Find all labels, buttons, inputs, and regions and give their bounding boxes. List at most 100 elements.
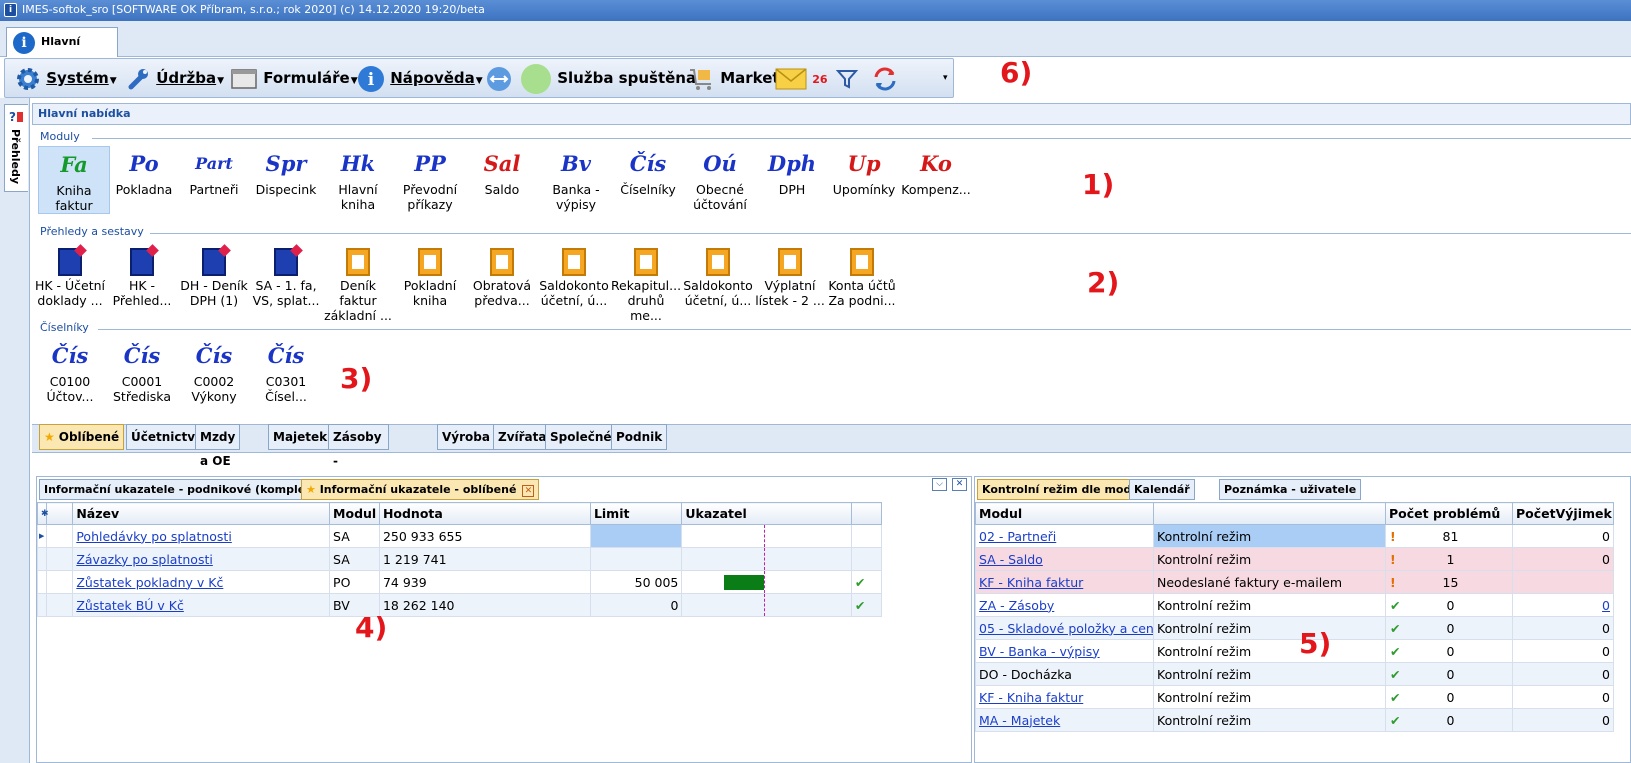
tab-info-podnikove[interactable]: Informační ukazatele - podnikové (komple… bbox=[39, 479, 321, 500]
tab-prehledy[interactable]: ? Přehledy bbox=[4, 104, 28, 192]
report-tile[interactable]: Pokladní kniha bbox=[394, 242, 466, 308]
tab-category[interactable]: Podnik bbox=[611, 424, 668, 450]
tab-category[interactable]: Výroba bbox=[437, 424, 495, 450]
indicator-name-link[interactable]: Zůstatek pokladny v Kč bbox=[72, 570, 331, 594]
report-tile[interactable]: Obratová předva... bbox=[466, 242, 538, 308]
module-tile[interactable]: Up Upomínky bbox=[828, 146, 900, 197]
market-button[interactable]: Market bbox=[687, 59, 780, 97]
module-tile[interactable]: Fa Kniha faktur bbox=[38, 146, 110, 214]
tab-category[interactable]: Majetek bbox=[268, 424, 333, 450]
report-tile[interactable]: SA - 1. fa, VS, splat... bbox=[250, 242, 322, 308]
module-tile[interactable]: Part Partneři bbox=[178, 146, 250, 197]
col-header-limit[interactable]: Limit bbox=[589, 502, 683, 525]
indicator-name-link[interactable]: Zůstatek BÚ v Kč bbox=[72, 593, 331, 617]
module-tile[interactable]: PP Převodní příkazy bbox=[394, 146, 466, 212]
table-row[interactable]: ▶ Pohledávky po splatnosti SA 250 933 655 bbox=[36, 524, 883, 548]
col-header-modul[interactable]: Modul bbox=[975, 502, 1154, 525]
module-tile[interactable]: Ko Kompenz... bbox=[900, 146, 972, 197]
left-panel: Informační ukazatele - podnikové (komple… bbox=[36, 476, 972, 763]
table-row[interactable]: MA - Majetek Kontrolní režim ✔ 0 0 bbox=[975, 708, 1614, 732]
row-selector[interactable]: ▶ bbox=[36, 524, 48, 548]
control-module-link[interactable]: KF - Kniha faktur bbox=[975, 570, 1154, 594]
table-row[interactable]: KF - Kniha faktur Kontrolní režim ✔ 0 0 bbox=[975, 685, 1614, 709]
control-module-link[interactable]: DO - Docházka bbox=[975, 662, 1154, 686]
module-tile[interactable]: Oú Obecné účtování bbox=[684, 146, 756, 212]
control-module-link[interactable]: ZA - Zásoby bbox=[975, 593, 1154, 617]
toolbar-overflow-button[interactable]: ▾ bbox=[943, 59, 948, 97]
refresh-button[interactable] bbox=[871, 59, 899, 97]
codelist-tile[interactable]: Čís C0001 Střediska bbox=[106, 338, 178, 404]
table-row[interactable]: KF - Kniha faktur Neodeslané faktury e-ma… bbox=[975, 570, 1614, 594]
report-tile[interactable]: Rekapitul... druhů me... bbox=[610, 242, 682, 323]
napoveda-menu[interactable]: i Nápověda▼ bbox=[357, 59, 483, 97]
filter-button[interactable] bbox=[835, 59, 859, 97]
codelist-tile[interactable]: Čís C0002 Výkony bbox=[178, 338, 250, 404]
table-row[interactable]: Závazky po splatnosti SA 1 219 741 bbox=[36, 547, 883, 571]
indicator-name-link[interactable]: Závazky po splatnosti bbox=[72, 547, 331, 571]
report-tile[interactable]: HK - Účetní doklady ... bbox=[34, 242, 106, 308]
row-selector[interactable] bbox=[36, 547, 48, 571]
control-module-link[interactable]: 05 - Skladové položky a ceník bbox=[975, 616, 1154, 640]
tab-info-oblibene[interactable]: ★ Informační ukazatele - oblíbené ✕ bbox=[301, 479, 540, 500]
table-row[interactable]: 05 - Skladové položky a ceník Kontrolní r… bbox=[975, 616, 1614, 640]
report-tile[interactable]: Saldokonto účetní, ú... bbox=[682, 242, 754, 308]
tab-poznamka[interactable]: Poznámka - uživatele bbox=[1219, 479, 1362, 500]
remote-button[interactable] bbox=[485, 59, 513, 97]
report-tile[interactable]: Konta účtů Za podni... bbox=[826, 242, 898, 308]
service-status[interactable]: Služba spuštěna bbox=[520, 59, 696, 97]
udrzba-menu[interactable]: Údržba▼ bbox=[125, 59, 224, 97]
module-tile[interactable]: Dph DPH bbox=[756, 146, 828, 197]
tab-category[interactable]: Zásoby - Obchod bbox=[328, 424, 390, 492]
col-header-rezim[interactable] bbox=[1153, 502, 1386, 525]
col-header-ukazatel[interactable]: Ukazatel bbox=[681, 502, 852, 525]
control-module-link[interactable]: KF - Kniha faktur bbox=[975, 685, 1154, 709]
table-row[interactable]: DO - Docházka Kontrolní režim ✔ 0 0 bbox=[975, 662, 1614, 686]
report-tile[interactable]: Deník faktur základní ... bbox=[322, 242, 394, 323]
system-menu[interactable]: Systém▼ bbox=[15, 59, 117, 97]
module-tile[interactable]: Čís Číselníky bbox=[612, 146, 684, 197]
module-tile[interactable]: Po Pokladna bbox=[108, 146, 180, 197]
table-row[interactable]: ZA - Zásoby Kontrolní režim ✔ 0 0 bbox=[975, 593, 1614, 617]
col-header-modul[interactable]: Modul bbox=[329, 502, 380, 525]
close-icon[interactable]: ✕ bbox=[522, 485, 535, 497]
control-module-link[interactable]: MA - Majetek bbox=[975, 708, 1154, 732]
module-tile[interactable]: Hk Hlavní kniha bbox=[322, 146, 394, 212]
report-label: HK - Účetní doklady ... bbox=[34, 278, 106, 308]
tab-category[interactable]: ★ Oblíbené bbox=[39, 424, 125, 450]
col-header-hodnota[interactable]: Hodnota bbox=[378, 502, 591, 525]
report-tile[interactable]: Výplatní lístek - 2 ... bbox=[754, 242, 826, 308]
report-tile[interactable]: HK - Přehled... bbox=[106, 242, 178, 308]
control-module-link[interactable]: 02 - Partneři bbox=[975, 524, 1154, 548]
codelist-tile[interactable]: Čís C0301 Čísel... bbox=[250, 338, 322, 404]
tab-hlavni-modul[interactable]: i Hlavní modul bbox=[6, 27, 118, 76]
report-tile[interactable]: Saldokonto účetní, ú... bbox=[538, 242, 610, 308]
report-tile[interactable]: DH - Deník DPH (1) bbox=[178, 242, 250, 308]
indicator-name-link[interactable]: Pohledávky po splatnosti bbox=[72, 524, 331, 548]
module-tile[interactable]: Spr Dispecink bbox=[250, 146, 322, 197]
codelist-tile[interactable]: Čís C0100 Účtov... bbox=[34, 338, 106, 404]
tab-category[interactable]: Společné bbox=[545, 424, 617, 450]
module-tile[interactable]: Bv Banka - výpisy bbox=[540, 146, 612, 212]
table-row[interactable]: Zůstatek BÚ v Kč BV 18 262 140 0 ✔ bbox=[36, 593, 883, 617]
table-row[interactable]: 02 - Partneři Kontrolní režim! 81 0 bbox=[975, 524, 1614, 548]
col-header-nazev[interactable]: Název bbox=[72, 502, 331, 525]
tab-kalendar[interactable]: Kalendář bbox=[1129, 479, 1195, 500]
tab-category[interactable]: Účetnictví bbox=[126, 424, 205, 450]
close-panel-icon[interactable]: ✕ bbox=[952, 478, 967, 491]
collapse-icon[interactable]: ⌵ bbox=[932, 478, 947, 491]
col-header-vyjimky[interactable]: PočetVýjimek bbox=[1512, 502, 1614, 525]
module-tile[interactable]: Sal Saldo bbox=[466, 146, 538, 197]
table-row[interactable]: BV - Banka - výpisy Kontrolní režim ✔ 0 0 bbox=[975, 639, 1614, 663]
row-selector[interactable] bbox=[36, 570, 48, 594]
tab-category[interactable]: Mzdy a OE bbox=[195, 424, 241, 468]
row-selector[interactable] bbox=[36, 593, 48, 617]
formulare-menu[interactable]: Formuláře▼ bbox=[230, 59, 358, 97]
tab-category[interactable]: Zvířata bbox=[493, 424, 552, 450]
control-module-link[interactable]: SA - Saldo bbox=[975, 547, 1154, 571]
mail-button[interactable]: 26 bbox=[775, 59, 828, 97]
table-row[interactable]: SA - Saldo Kontrolní režim! 1 0 bbox=[975, 547, 1614, 571]
table-row[interactable]: Zůstatek pokladny v Kč PO 74 939 50 005 ✔ bbox=[36, 570, 883, 594]
col-header-problemy[interactable]: Počet problémů bbox=[1385, 502, 1513, 525]
col-header-blank bbox=[46, 502, 74, 525]
control-module-link[interactable]: BV - Banka - výpisy bbox=[975, 639, 1154, 663]
